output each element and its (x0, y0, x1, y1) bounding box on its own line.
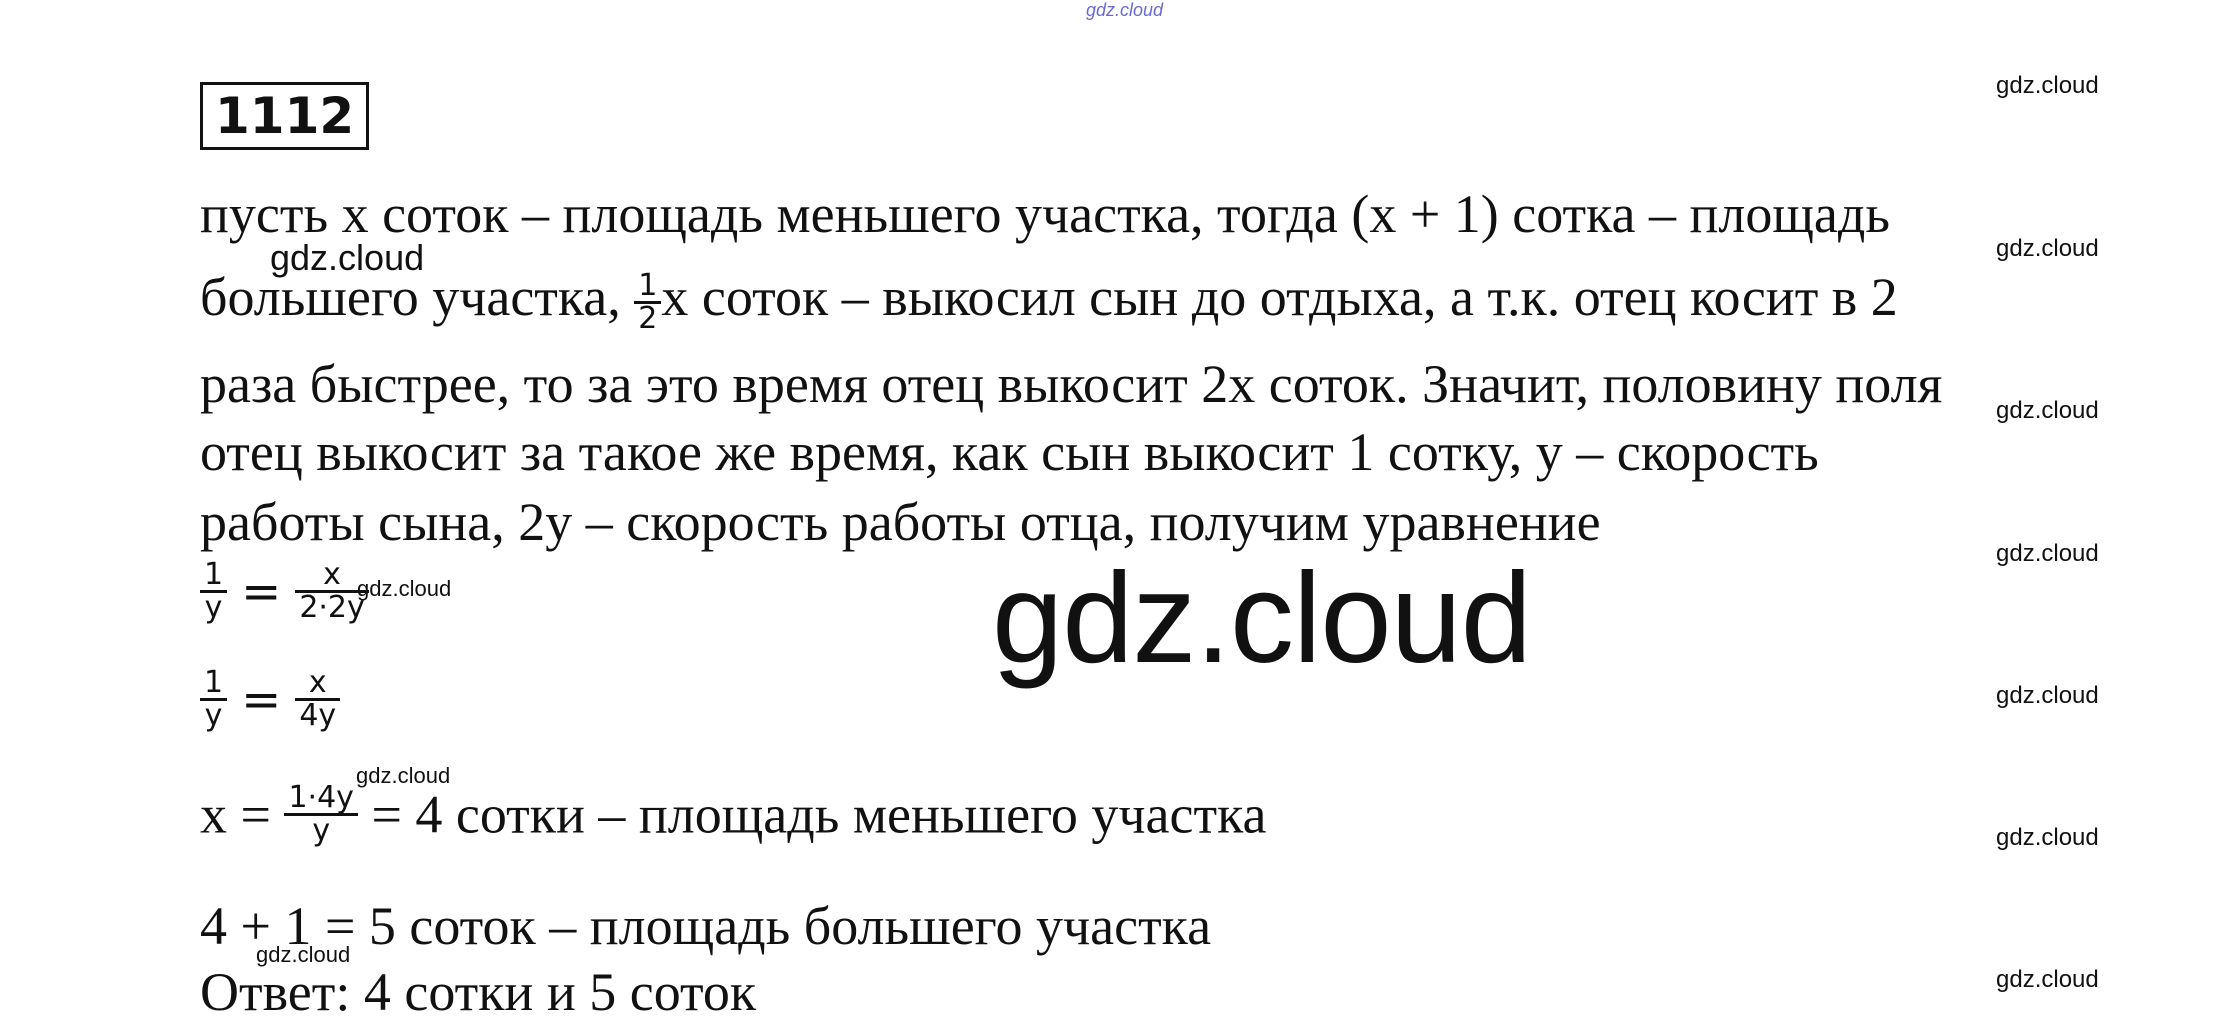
fraction-numerator: 1 (638, 268, 658, 304)
watermark-right-6: gdz.cloud (1996, 824, 2099, 851)
fraction-denominator: 2 (634, 301, 662, 334)
eq2-right-fraction: x 4y (295, 665, 341, 731)
eq1-right-den: 2·2y (295, 590, 369, 623)
eq1-left-fraction: 1y (200, 557, 228, 623)
eq2-right-den: 4y (295, 698, 341, 731)
eq3-prefix: x = (200, 784, 271, 845)
eq2-left-num: 1 (204, 665, 224, 700)
watermark-right-1: gdz.cloud (1996, 72, 2099, 99)
text-line-5: работы сына, 2y – скорость работы отца, … (200, 492, 1601, 552)
eq2-left-den: y (200, 698, 228, 731)
eq3-suffix: = 4 сотки – площадь меньшего участка (371, 784, 1267, 845)
eq3-fraction: 1·4y y (284, 780, 358, 846)
watermark-inline-2: gdz.cloud (357, 576, 452, 601)
text-line-1: пусть x соток – площадь меньшего участка… (200, 184, 1891, 244)
eq1-right-num: x (323, 557, 341, 592)
task-number: 1112 (200, 82, 370, 150)
watermark-right-3: gdz.cloud (1996, 397, 2099, 424)
eq1-equals: = (241, 563, 282, 620)
eq2-left-fraction: 1y (200, 665, 228, 731)
text-line-2: большего участка, 12x соток – выкосил сы… (200, 267, 1898, 334)
eq1-left-num: 1 (204, 557, 224, 592)
watermark-right-7: gdz.cloud (1996, 966, 2099, 993)
eq2-equals: = (241, 671, 282, 728)
fraction-one-half: 12 (634, 268, 662, 334)
eq2-right-num: x (308, 665, 327, 700)
equation-2: 1y = x 4y (200, 665, 341, 731)
watermark-center: gdz.cloud (992, 547, 1532, 690)
equation-4: 4 + 1 = 5 соток – площадь большего участ… (200, 896, 1212, 956)
watermark-right-4: gdz.cloud (1996, 540, 2099, 567)
answer: Ответ: 4 сотки и 5 соток (200, 962, 757, 1022)
watermark-top: gdz.cloud (1086, 0, 1164, 20)
watermark-right-2: gdz.cloud (1996, 235, 2099, 262)
equation-3: x = 1·4y y = 4 сотки – площадь меньшего у… (200, 778, 1266, 846)
text-line-4: отец выкосит за такое же время, как сын … (200, 422, 1819, 482)
eq3-den: y (284, 813, 358, 846)
eq1-left-den: y (200, 590, 228, 623)
equation-1: 1y = x 2·2y (200, 560, 369, 623)
watermark-right-5: gdz.cloud (1996, 682, 2099, 709)
text-line-2a: большего участка, (200, 267, 635, 327)
text-line-2b: x соток – выкосил сын до отдыха, а т.к. … (661, 267, 1898, 327)
eq1-right-fraction: x 2·2y (295, 557, 369, 623)
eq3-num: 1·4y (288, 780, 354, 816)
text-line-3: раза быстрее, то за это время отец выкос… (200, 354, 1943, 414)
